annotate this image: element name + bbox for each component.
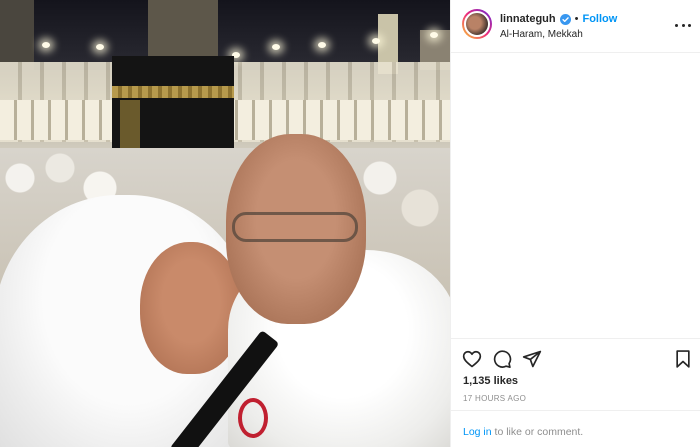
post-timestamp[interactable]: 17 HOURS AGO [463, 394, 526, 403]
verified-badge-icon [559, 13, 571, 25]
login-text: Log in to like or comment. [463, 426, 583, 438]
instagram-post: linnateguh • Follow Al-Haram, Mekkah 1,1… [0, 0, 700, 447]
red-carabiner [238, 398, 268, 438]
flood-light [318, 42, 326, 48]
flood-light [430, 32, 438, 38]
kaaba-gold-band [112, 86, 234, 98]
login-link[interactable]: Log in [463, 426, 492, 438]
location-link[interactable]: Al-Haram, Mekkah [500, 29, 583, 40]
share-icon[interactable] [522, 349, 542, 369]
separator-dot: • [574, 13, 579, 25]
follow-button[interactable]: Follow [582, 13, 617, 25]
eyeglasses [232, 212, 358, 242]
flood-light [272, 44, 280, 50]
heart-icon[interactable] [462, 349, 482, 369]
bookmark-icon[interactable] [673, 349, 693, 369]
post-sidebar: linnateguh • Follow Al-Haram, Mekkah 1,1… [450, 0, 700, 447]
building [148, 0, 218, 62]
post-photo[interactable] [0, 0, 450, 447]
flood-light [42, 42, 50, 48]
post-header: linnateguh • Follow Al-Haram, Mekkah [451, 0, 700, 53]
avatar-image [464, 11, 490, 37]
avatar[interactable] [462, 9, 492, 39]
dot [688, 23, 691, 27]
building [0, 0, 34, 70]
more-options-icon[interactable] [675, 18, 691, 32]
woman-face [140, 242, 242, 374]
login-prompt: Log in to like or comment. [451, 410, 700, 447]
username-link[interactable]: linnateguh [500, 13, 556, 25]
kaaba-door [120, 100, 140, 152]
flood-light [96, 44, 104, 50]
flood-light [372, 38, 380, 44]
comment-icon[interactable] [492, 349, 512, 369]
login-suffix: to like or comment. [491, 426, 584, 438]
dot [681, 23, 685, 27]
username-row: linnateguh • Follow [500, 13, 617, 25]
like-count[interactable]: 1,135 likes [463, 375, 518, 387]
dot [675, 23, 678, 27]
